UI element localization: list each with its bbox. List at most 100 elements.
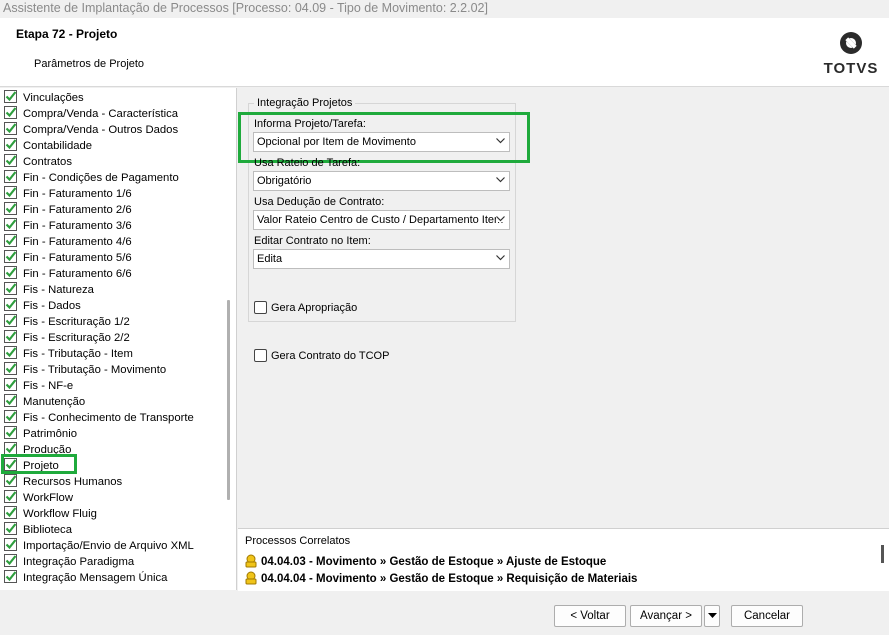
steps-list-scrollbar[interactable] bbox=[227, 300, 230, 500]
checkmark-icon bbox=[4, 122, 17, 135]
sidebar-item[interactable]: Patrimônio bbox=[4, 426, 77, 442]
sidebar-item-label: Contabilidade bbox=[23, 140, 93, 152]
usa-rateio-value: Obrigatório bbox=[257, 175, 312, 187]
sidebar-item-label: Fin - Faturamento 1/6 bbox=[23, 188, 132, 200]
next-dropdown-button[interactable] bbox=[704, 605, 720, 627]
checkmark-icon bbox=[4, 154, 17, 167]
sidebar-item[interactable]: Contratos bbox=[4, 154, 72, 170]
chevron-down-icon bbox=[496, 255, 505, 261]
sidebar-item-label: Compra/Venda - Característica bbox=[23, 108, 179, 120]
sidebar-item-label: Fis - Escrituração 1/2 bbox=[23, 316, 130, 328]
sidebar-item-label: Manutenção bbox=[23, 396, 86, 408]
step-title: Etapa 72 - Projeto bbox=[16, 27, 118, 41]
sidebar-item[interactable]: Fin - Faturamento 5/6 bbox=[4, 250, 132, 266]
back-button[interactable]: < Voltar bbox=[554, 605, 626, 627]
usa-deducao-label: Usa Dedução de Contrato: bbox=[254, 196, 385, 208]
sidebar-item[interactable]: Fin - Condições de Pagamento bbox=[4, 170, 179, 186]
checkmark-icon bbox=[4, 394, 17, 407]
sidebar-item-label: Biblioteca bbox=[23, 524, 72, 536]
checkmark-icon bbox=[4, 362, 17, 375]
usa-deducao-select[interactable]: Valor Rateio Centro de Custo / Departame… bbox=[253, 210, 510, 230]
group-title: Integração Projetos bbox=[254, 97, 356, 109]
editar-contrato-select[interactable]: Edita bbox=[253, 249, 510, 269]
sidebar-item[interactable]: Fin - Faturamento 1/6 bbox=[4, 186, 132, 202]
related-item[interactable]: 04.04.03 - Movimento » Gestão de Estoque… bbox=[244, 554, 606, 568]
sidebar-item[interactable]: Fis - Tributação - Movimento bbox=[4, 362, 166, 378]
checkmark-icon bbox=[4, 250, 17, 263]
sidebar-item-label: Vinculações bbox=[23, 92, 84, 104]
checkmark-icon bbox=[4, 266, 17, 279]
sidebar-item[interactable]: Biblioteca bbox=[4, 522, 72, 538]
sidebar-item-label: Fin - Condições de Pagamento bbox=[23, 172, 179, 184]
checkmark-icon bbox=[4, 298, 17, 311]
sidebar-item[interactable]: Fis - Conhecimento de Transporte bbox=[4, 410, 194, 426]
sidebar-item[interactable]: Manutenção bbox=[4, 394, 85, 410]
window-title: Assistente de Implantação de Processos [… bbox=[0, 0, 889, 18]
related-title: Processos Correlatos bbox=[245, 535, 351, 547]
sidebar-item[interactable]: Fis - Natureza bbox=[4, 282, 94, 298]
sidebar-item[interactable]: Recursos Humanos bbox=[4, 474, 122, 490]
sidebar-item[interactable]: Fis - Tributação - Item bbox=[4, 346, 133, 362]
sidebar-item[interactable]: WorkFlow bbox=[4, 490, 73, 506]
checkmark-icon bbox=[4, 90, 17, 103]
checkmark-icon bbox=[4, 554, 17, 567]
steps-list[interactable]: Vinculações Compra/Venda - Característica… bbox=[0, 88, 237, 590]
related-processes-panel: Processos Correlatos 04.04.03 - Moviment… bbox=[238, 528, 889, 591]
sidebar-item-label: Recursos Humanos bbox=[23, 476, 123, 488]
sidebar-item[interactable]: Fis - Escrituração 1/2 bbox=[4, 314, 130, 330]
wizard-header: Etapa 72 - Projeto Parâmetros de Projeto… bbox=[0, 18, 889, 87]
checkmark-icon bbox=[4, 330, 17, 343]
checkmark-icon bbox=[4, 522, 17, 535]
totvs-logo: TOTVS bbox=[821, 28, 881, 80]
checkmark-icon bbox=[4, 570, 17, 583]
sidebar-item[interactable]: Compra/Venda - Característica bbox=[4, 106, 178, 122]
checkmark-icon bbox=[4, 506, 17, 519]
sidebar-item-label: Fin - Faturamento 3/6 bbox=[23, 220, 132, 232]
sidebar-item-label: Fis - Dados bbox=[23, 300, 81, 312]
step-subtitle: Parâmetros de Projeto bbox=[34, 58, 145, 70]
sidebar-item-label: WorkFlow bbox=[23, 492, 74, 504]
sidebar-item-label: Compra/Venda - Outros Dados bbox=[23, 124, 179, 136]
sidebar-item-label: Integração Mensagem Única bbox=[23, 572, 168, 584]
sidebar-item-label: Fis - Escrituração 2/2 bbox=[23, 332, 130, 344]
sidebar-item-label: Fin - Faturamento 4/6 bbox=[23, 236, 132, 248]
sidebar-item[interactable]: Importação/Envio de Arquivo XML bbox=[4, 538, 194, 554]
chevron-down-icon bbox=[496, 216, 505, 222]
sidebar-item[interactable]: Workflow Fluig bbox=[4, 506, 97, 522]
sidebar-item[interactable]: Compra/Venda - Outros Dados bbox=[4, 122, 178, 138]
gera-apropriacao-label: Gera Apropriação bbox=[271, 302, 358, 314]
chevron-down-icon bbox=[496, 177, 505, 183]
checkmark-icon bbox=[4, 170, 17, 183]
gera-apropriacao-checkbox[interactable] bbox=[254, 301, 267, 314]
logo-text: TOTVS bbox=[823, 60, 879, 77]
sidebar-item[interactable]: Fis - NF-e bbox=[4, 378, 73, 394]
sidebar-item[interactable]: Fin - Faturamento 2/6 bbox=[4, 202, 132, 218]
sidebar-item-label: Workflow Fluig bbox=[23, 508, 97, 520]
sidebar-item[interactable]: Fis - Dados bbox=[4, 298, 81, 314]
sidebar-item[interactable]: Fin - Faturamento 6/6 bbox=[4, 266, 132, 282]
sidebar-item-label: Fin - Faturamento 6/6 bbox=[23, 268, 132, 280]
checkmark-icon bbox=[4, 186, 17, 199]
related-item-label: 04.04.03 - Movimento » Gestão de Estoque… bbox=[261, 556, 607, 568]
related-scrollbar[interactable] bbox=[881, 545, 884, 563]
sidebar-item[interactable]: Fis - Escrituração 2/2 bbox=[4, 330, 130, 346]
process-icon bbox=[245, 571, 257, 585]
sidebar-item[interactable]: Vinculações bbox=[4, 90, 84, 106]
related-item[interactable]: 04.04.04 - Movimento » Gestão de Estoque… bbox=[244, 571, 637, 585]
checkmark-icon bbox=[4, 490, 17, 503]
sidebar-item-label: Contratos bbox=[23, 156, 72, 168]
sidebar-item-label: Fin - Faturamento 2/6 bbox=[23, 204, 132, 216]
checkmark-icon bbox=[4, 106, 17, 119]
sidebar-item-label: Patrimônio bbox=[23, 428, 77, 440]
sidebar-item[interactable]: Contabilidade bbox=[4, 138, 92, 154]
next-button[interactable]: Avançar > bbox=[630, 605, 702, 627]
usa-rateio-select[interactable]: Obrigatório bbox=[253, 171, 510, 191]
sidebar-item[interactable]: Integração Mensagem Única bbox=[4, 570, 167, 586]
checkmark-icon bbox=[4, 538, 17, 551]
cancel-button[interactable]: Cancelar bbox=[731, 605, 803, 627]
sidebar-item[interactable]: Fin - Faturamento 4/6 bbox=[4, 234, 132, 250]
sidebar-item[interactable]: Integração Paradigma bbox=[4, 554, 134, 570]
editar-contrato-label: Editar Contrato no Item: bbox=[254, 235, 371, 247]
gera-contrato-checkbox[interactable] bbox=[254, 349, 267, 362]
sidebar-item[interactable]: Fin - Faturamento 3/6 bbox=[4, 218, 132, 234]
